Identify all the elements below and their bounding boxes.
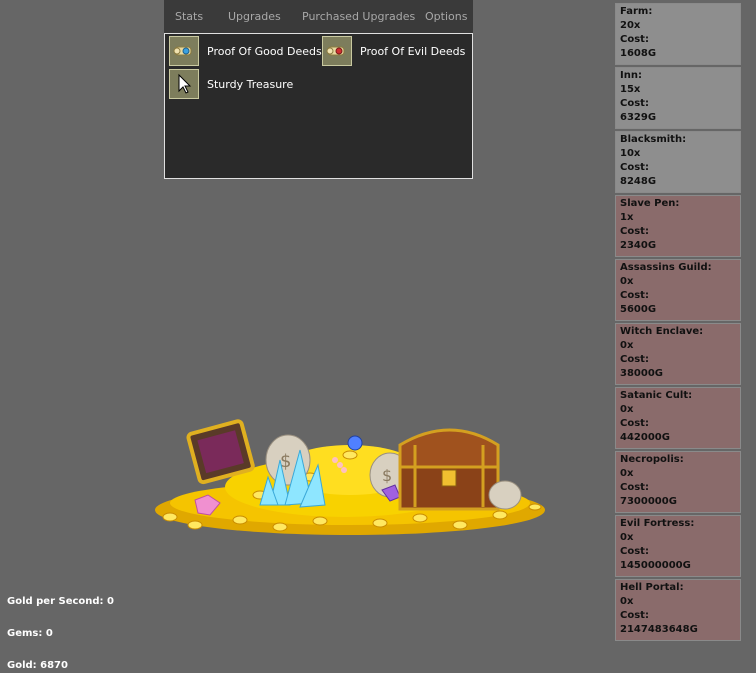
building-count: 0x	[620, 596, 634, 607]
building-name: Witch Enclave:	[620, 326, 704, 337]
building-farm[interactable]: Farm: 20x Cost: 1608G	[615, 3, 741, 65]
building-cost-label: Cost:	[620, 482, 649, 493]
building-name: Slave Pen:	[620, 198, 680, 209]
building-cost-label: Cost:	[620, 418, 649, 429]
building-evil-fortress[interactable]: Evil Fortress: 0x Cost: 145000000G	[615, 515, 741, 577]
scroll-evil-icon	[322, 36, 352, 66]
building-inn[interactable]: Inn: 15x Cost: 6329G	[615, 67, 741, 129]
building-cost: 7300000G	[620, 496, 677, 507]
tab-upgrades[interactable]: Upgrades	[228, 10, 281, 23]
upgrade-sturdy-treasure[interactable]: Sturdy Treasure	[169, 69, 293, 99]
gold-count: Gold: 6870	[7, 660, 68, 671]
upgrade-label: Proof Of Good Deeds	[207, 44, 322, 58]
upgrades-list: Proof Of Good Deeds Proof Of Evil Deeds …	[164, 33, 473, 179]
treasure-pile-icon: $ $	[155, 419, 545, 535]
upgrade-label: Sturdy Treasure	[207, 77, 294, 91]
building-name: Assassins Guild:	[620, 262, 712, 273]
gold-per-second: Gold per Second: 0	[7, 596, 114, 607]
building-cost: 1608G	[620, 48, 657, 59]
building-hell-portal[interactable]: Hell Portal: 0x Cost: 2147483648G	[615, 579, 741, 641]
building-count: 0x	[620, 404, 634, 415]
building-cost: 5600G	[620, 304, 657, 315]
building-slave-pen[interactable]: Slave Pen: 1x Cost: 2340G	[615, 195, 741, 257]
upgrade-proof-of-good-deeds[interactable]: Proof Of Good Deeds	[169, 36, 322, 66]
building-necropolis[interactable]: Necropolis: 0x Cost: 7300000G	[615, 451, 741, 513]
building-cost-label: Cost:	[620, 290, 649, 301]
building-count: 0x	[620, 276, 634, 287]
scroll-good-icon	[169, 36, 199, 66]
building-cost-label: Cost:	[620, 610, 649, 621]
building-cost: 2147483648G	[620, 624, 698, 635]
building-name: Blacksmith:	[620, 134, 687, 145]
gems-count: Gems: 0	[7, 628, 53, 639]
building-count: 0x	[620, 468, 634, 479]
building-cost: 38000G	[620, 368, 663, 379]
upgrade-label: Proof Of Evil Deeds	[360, 44, 466, 58]
building-witch-enclave[interactable]: Witch Enclave: 0x Cost: 38000G	[615, 323, 741, 385]
building-cost-label: Cost:	[620, 162, 649, 173]
building-cost-label: Cost:	[620, 226, 649, 237]
building-count: 15x	[620, 84, 641, 95]
tab-purchased-upgrades[interactable]: Purchased Upgrades	[302, 10, 415, 23]
building-count: 20x	[620, 20, 641, 31]
building-cost: 8248G	[620, 176, 657, 187]
building-cost-label: Cost:	[620, 98, 649, 109]
building-name: Hell Portal:	[620, 582, 684, 593]
building-count: 0x	[620, 340, 634, 351]
building-assassins-guild[interactable]: Assassins Guild: 0x Cost: 5600G	[615, 259, 741, 321]
tab-stats[interactable]: Stats	[175, 10, 203, 23]
building-name: Farm:	[620, 6, 653, 17]
tab-options[interactable]: Options	[425, 10, 467, 23]
building-cost: 2340G	[620, 240, 657, 251]
treasure-pile[interactable]: $ $	[150, 415, 550, 545]
building-satanic-cult[interactable]: Satanic Cult: 0x Cost: 442000G	[615, 387, 741, 449]
building-count: 0x	[620, 532, 634, 543]
tab-bar: Stats Upgrades Purchased Upgrades Option…	[164, 0, 473, 33]
building-cost-label: Cost:	[620, 354, 649, 365]
building-cost: 145000000G	[620, 560, 691, 571]
building-cost-label: Cost:	[620, 546, 649, 557]
building-count: 1x	[620, 212, 634, 223]
building-count: 10x	[620, 148, 641, 159]
building-cost-label: Cost:	[620, 34, 649, 45]
building-blacksmith[interactable]: Blacksmith: 10x Cost: 8248G	[615, 131, 741, 193]
upgrade-proof-of-evil-deeds[interactable]: Proof Of Evil Deeds	[322, 36, 465, 66]
building-cost: 6329G	[620, 112, 657, 123]
building-cost: 442000G	[620, 432, 670, 443]
building-name: Satanic Cult:	[620, 390, 693, 401]
building-name: Evil Fortress:	[620, 518, 695, 529]
cursor-icon	[169, 69, 199, 99]
building-name: Necropolis:	[620, 454, 684, 465]
svg-text:$: $	[382, 466, 392, 485]
upgrade-panel: Stats Upgrades Purchased Upgrades Option…	[164, 0, 473, 179]
building-name: Inn:	[620, 70, 642, 81]
